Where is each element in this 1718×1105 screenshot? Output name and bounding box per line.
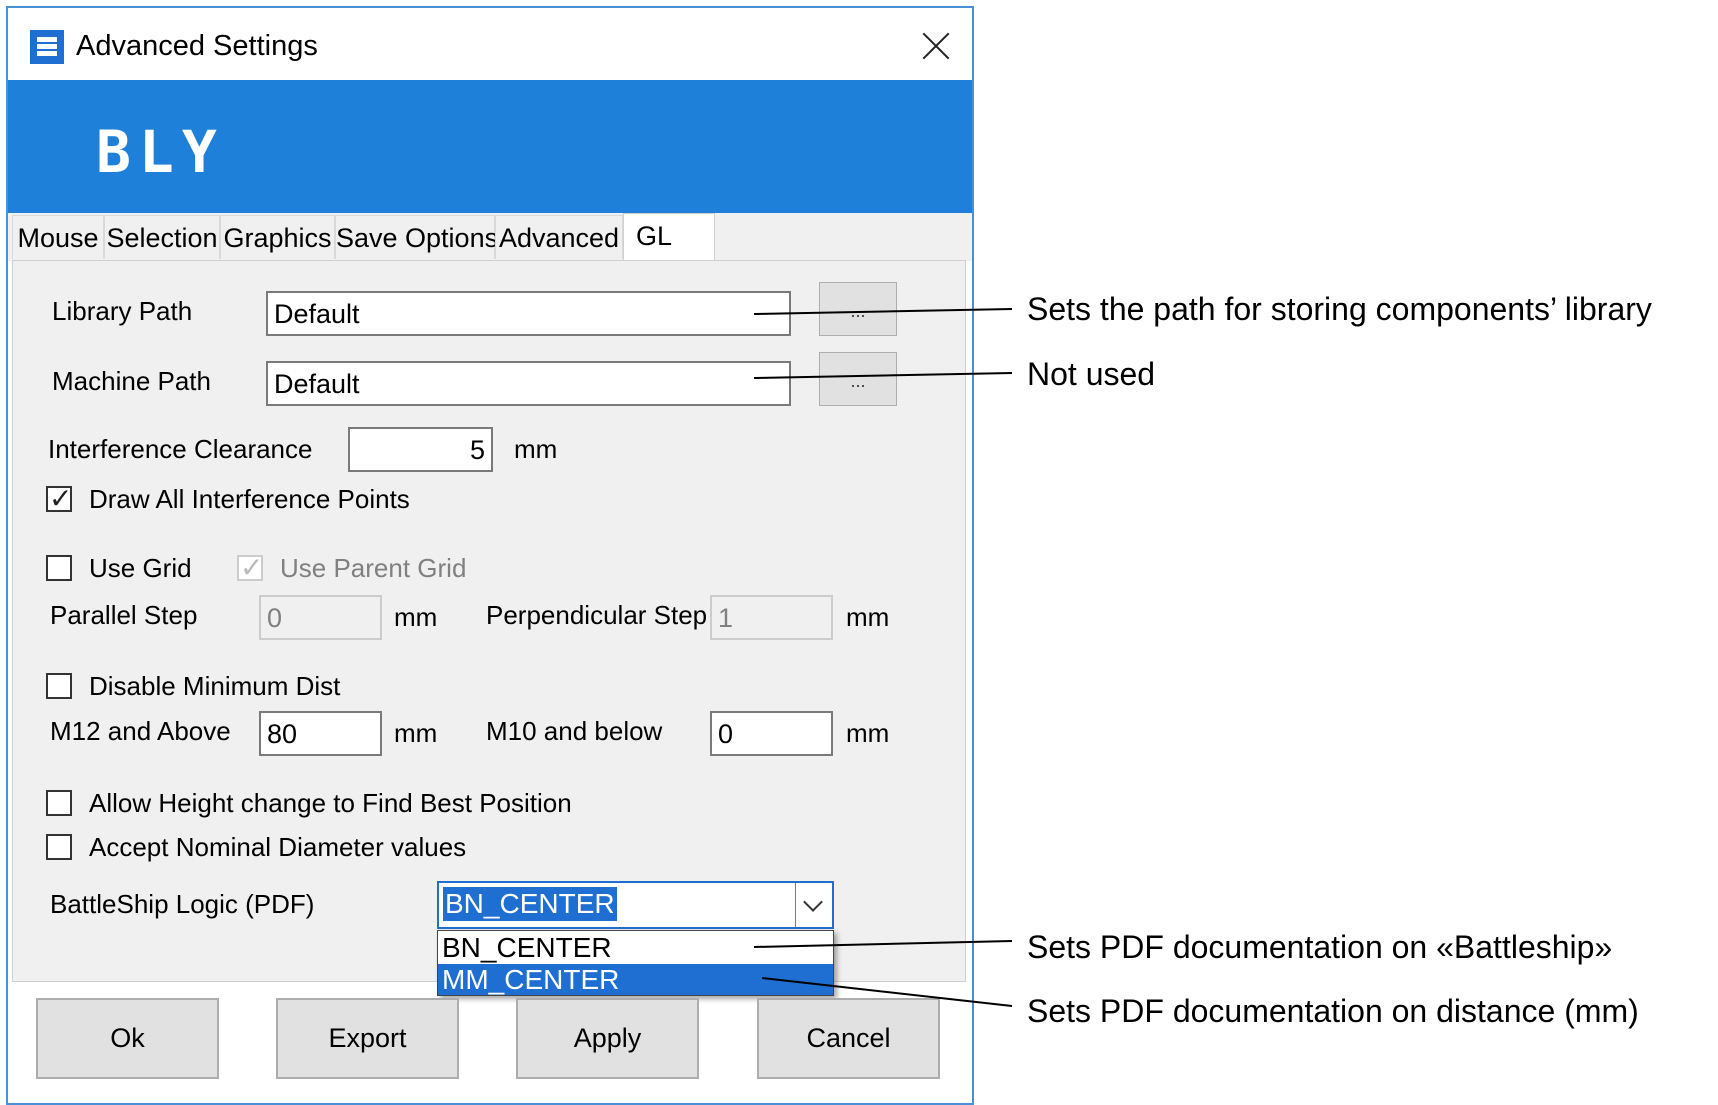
annotation-distance: Sets PDF documentation on distance (mm) <box>1027 993 1639 1029</box>
annotation-machine-path: Not used <box>1027 356 1156 392</box>
callout-line-mm-center <box>761 977 1013 1007</box>
annotation-library-path: Sets the path for storing components’ li… <box>1027 291 1652 327</box>
callout-line-bn-center <box>753 940 1013 948</box>
callout-line-machine <box>753 372 1013 379</box>
annotation-battleship: Sets PDF documentation on «Battleship» <box>1027 929 1613 965</box>
callout-line-library <box>753 308 1013 315</box>
